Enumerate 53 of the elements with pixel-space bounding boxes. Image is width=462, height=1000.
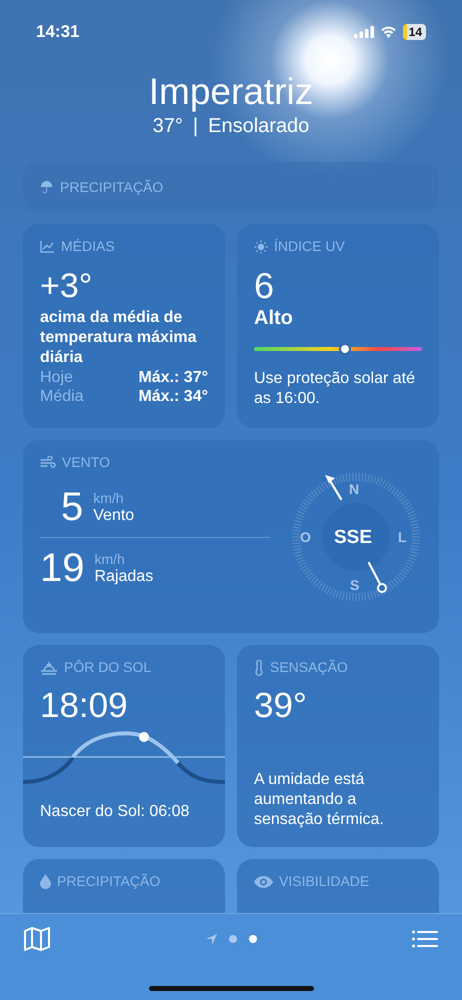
compass-west: O	[300, 528, 311, 547]
compass-east: L	[398, 528, 407, 547]
list-icon	[412, 930, 438, 948]
card-title: SENSAÇÃO	[270, 658, 348, 677]
card-title: PÔR DO SOL	[64, 658, 152, 677]
card-title: PRECIPITAÇÃO	[60, 178, 164, 197]
average-label: Média	[40, 387, 84, 406]
line-chart-icon	[40, 240, 55, 253]
separator: |	[192, 114, 198, 139]
compass-south: S	[350, 576, 360, 595]
wifi-icon	[380, 26, 397, 38]
average-value: Máx.: 37°	[138, 368, 208, 387]
current-temperature: 37°	[152, 114, 183, 139]
card-title: VENTO	[62, 453, 110, 472]
average-label: Hoje	[40, 368, 73, 387]
speed-label: Vento	[93, 506, 134, 524]
uv-value: 6	[254, 266, 276, 306]
sunrise-time: Nascer do Sol: 06:08	[39, 802, 190, 822]
sunset-time: 18:09	[39, 686, 129, 726]
umbrella-icon	[40, 180, 54, 194]
feels-like-note: A umidade está aumentando a sensação térmica.	[254, 770, 385, 830]
average-description: acima da média de temperatura máxima diária	[40, 308, 198, 368]
wind-speed: 19	[40, 546, 84, 590]
weather-condition: Ensolarado	[208, 114, 310, 139]
location-arrow-icon[interactable]	[206, 934, 216, 944]
average-difference: +3°	[40, 266, 94, 306]
uv-note: Use proteção solar até as 16:00.	[254, 369, 416, 409]
speed-unit: km/h	[93, 488, 125, 506]
speed-unit: km/h	[94, 550, 126, 568]
card-title: ÍNDICE UV	[274, 237, 345, 256]
map-button[interactable]	[24, 926, 50, 952]
signal-icon	[354, 26, 374, 38]
battery-indicator: 14	[402, 24, 426, 40]
average-value: Máx.: 34°	[138, 387, 208, 406]
eye-icon	[254, 876, 273, 888]
card-title: PRECIPITAÇÃO	[57, 872, 160, 891]
map-icon	[24, 927, 50, 951]
uv-level: Alto	[254, 306, 294, 330]
speed-label: Rajadas	[94, 568, 154, 586]
compass-north: N	[349, 480, 360, 499]
city-name: Imperatriz	[148, 71, 314, 113]
sunset-icon	[40, 660, 58, 674]
feels-like-temperature: 39°	[254, 686, 308, 726]
wind-speed: 5	[61, 484, 84, 528]
status-time: 14:31	[36, 21, 80, 44]
drop-icon	[40, 874, 51, 889]
wind-direction: SSE	[334, 526, 372, 550]
wind-icon	[40, 456, 56, 469]
card-title: VISIBILIDADE	[279, 872, 370, 891]
card-title: MÉDIAS	[61, 237, 115, 256]
sun-icon	[254, 240, 268, 254]
thermometer-icon	[254, 660, 264, 676]
list-button[interactable]	[412, 928, 438, 950]
